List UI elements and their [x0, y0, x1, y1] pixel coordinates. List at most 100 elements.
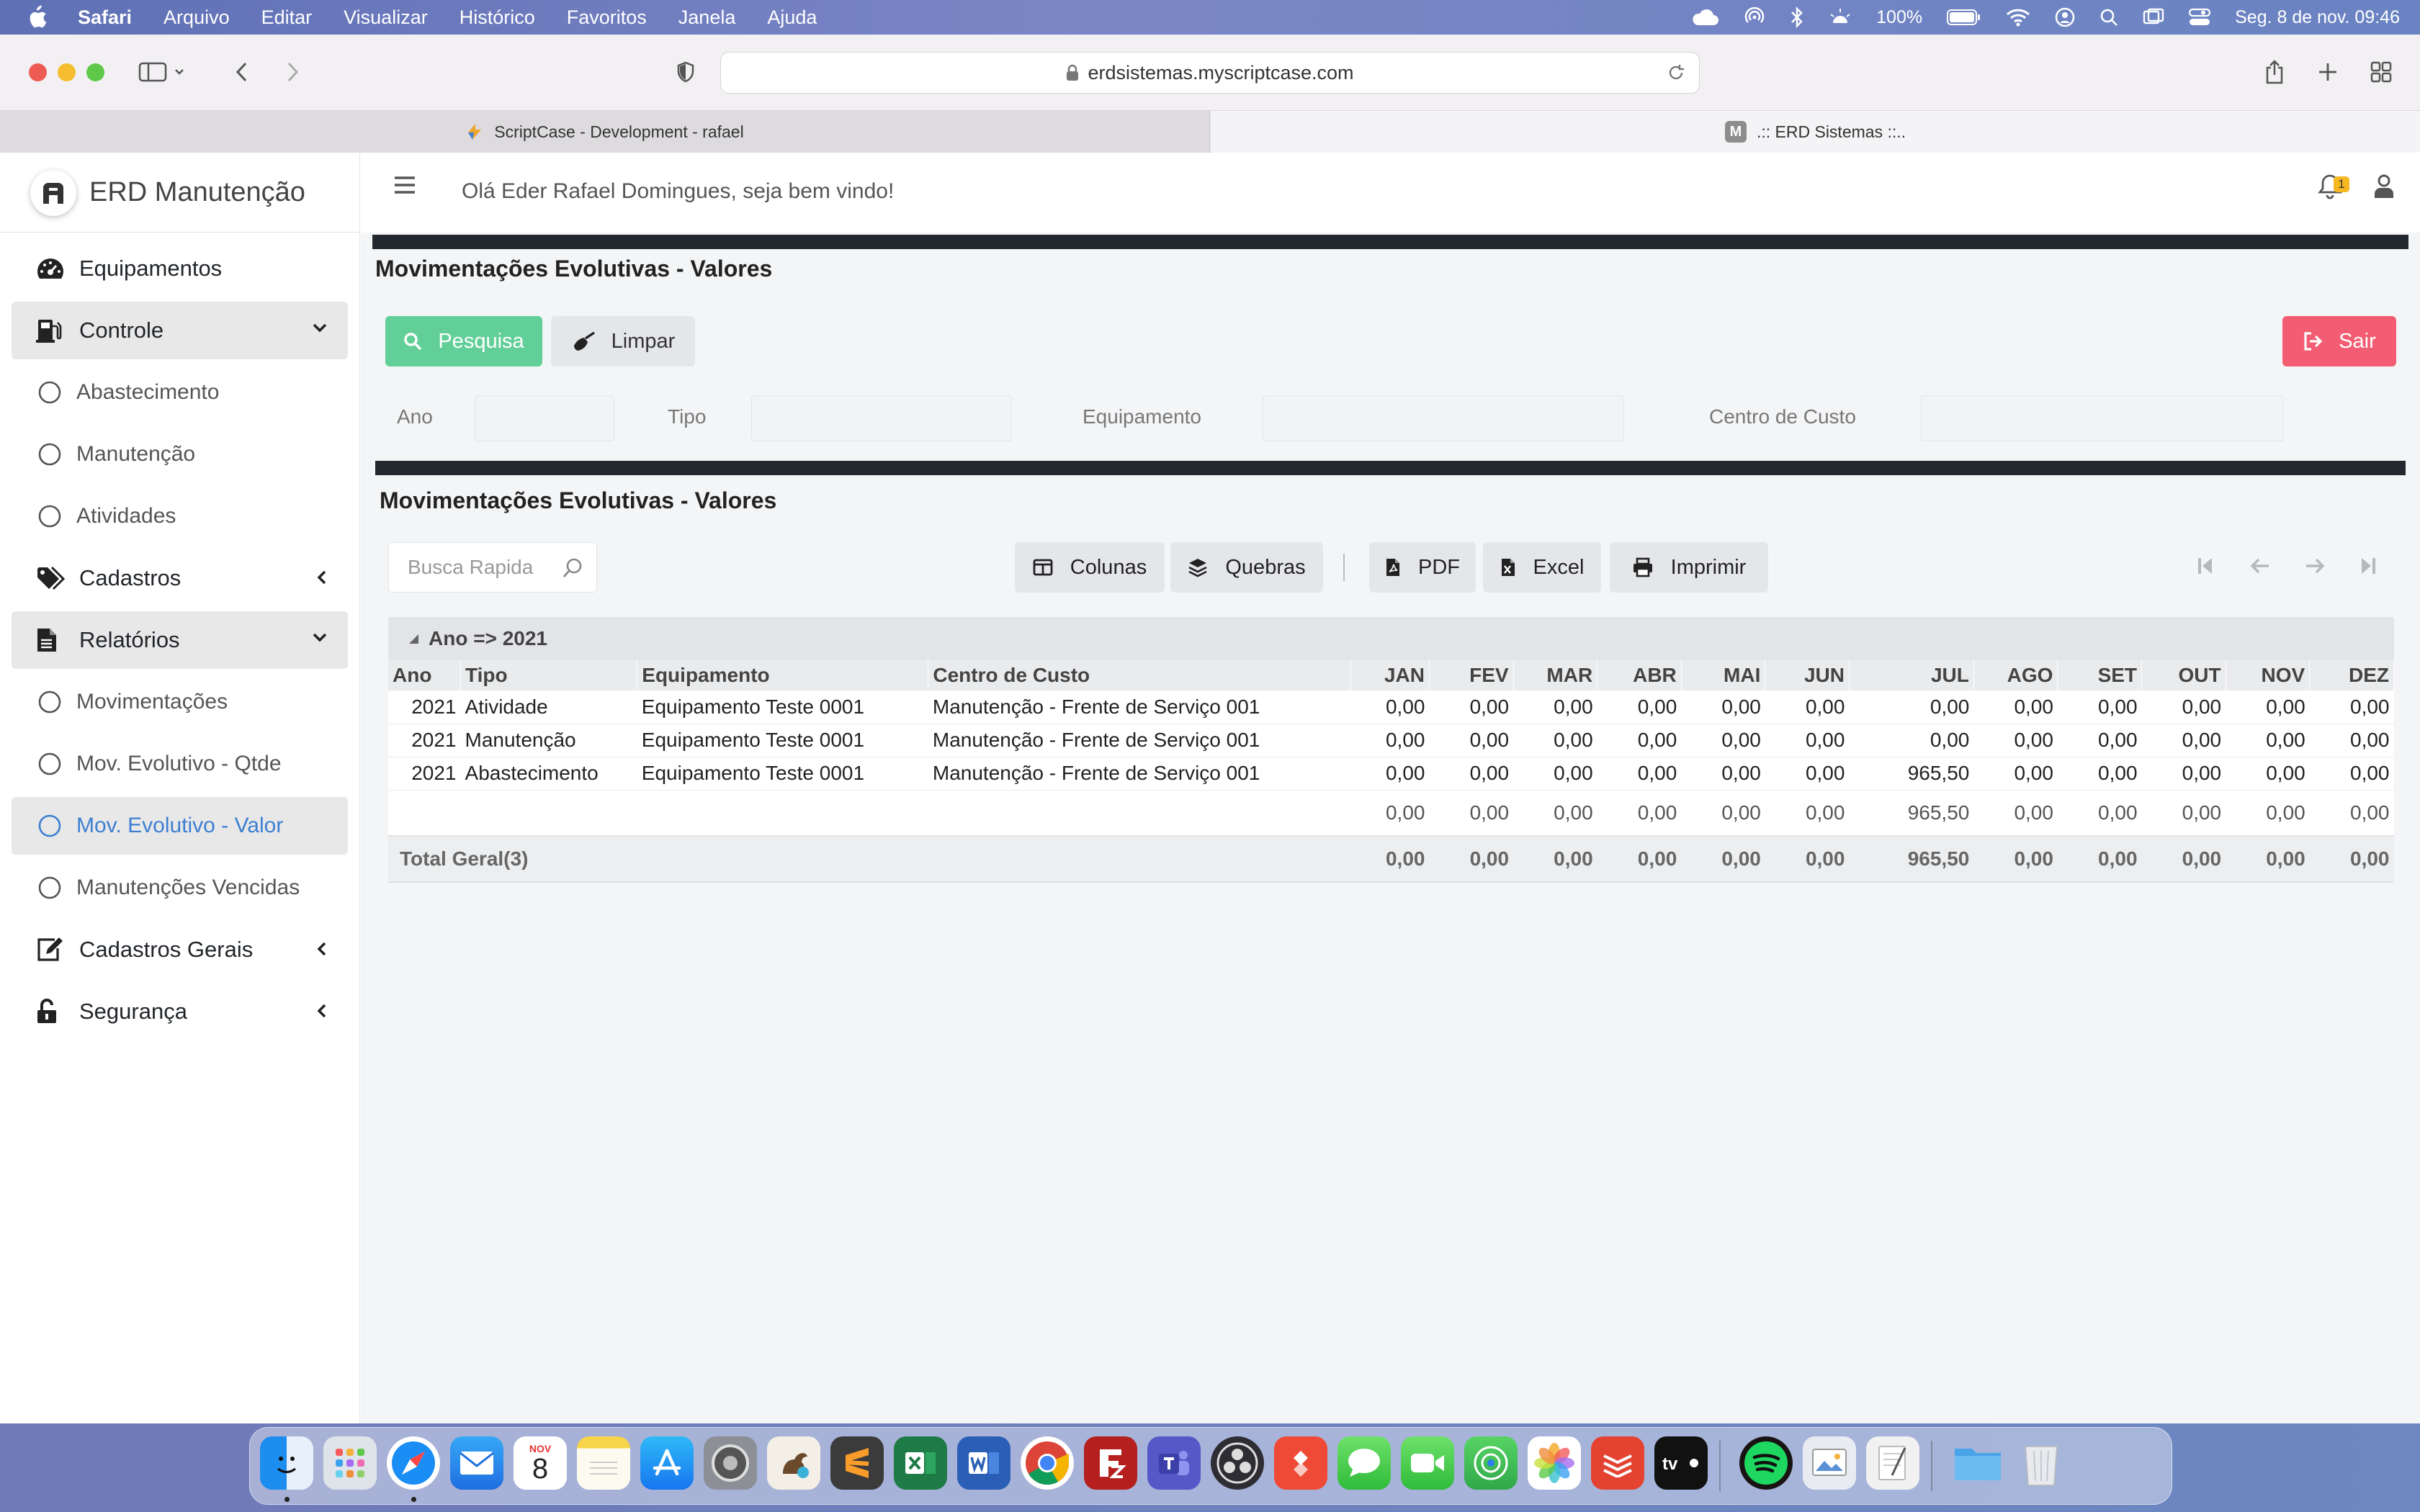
- sidebar-item-seguranca[interactable]: Segurança: [12, 983, 348, 1040]
- find-my-icon[interactable]: [1464, 1436, 1518, 1490]
- messages-icon[interactable]: [1337, 1436, 1391, 1490]
- trash-icon[interactable]: [2015, 1436, 2068, 1490]
- share-icon[interactable]: [2259, 56, 2290, 88]
- finder-icon[interactable]: [260, 1436, 313, 1490]
- sidebar-item-atividades[interactable]: Atividades: [12, 487, 348, 545]
- column-header-set[interactable]: SET: [2057, 660, 2143, 690]
- photos-icon[interactable]: [1528, 1436, 1581, 1490]
- safari-icon[interactable]: [387, 1436, 440, 1490]
- column-header-dez[interactable]: DEZ: [2309, 660, 2394, 690]
- back-icon[interactable]: [226, 56, 258, 88]
- bluetooth-icon[interactable]: [1790, 6, 1804, 28]
- todoist-icon[interactable]: [1591, 1436, 1644, 1490]
- forward-icon[interactable]: [277, 56, 308, 88]
- filter-input-equipamento[interactable]: [1263, 395, 1624, 441]
- spotify-icon[interactable]: [1739, 1436, 1793, 1490]
- menu-janela[interactable]: Janela: [678, 6, 736, 29]
- minimize-window-button[interactable]: [58, 63, 76, 81]
- system-preferences-icon[interactable]: [704, 1436, 757, 1490]
- teams-icon[interactable]: [1147, 1436, 1201, 1490]
- filter-input-ano[interactable]: [475, 395, 614, 441]
- print-button[interactable]: Imprimir: [1610, 542, 1768, 593]
- obs-icon[interactable]: [1211, 1436, 1264, 1490]
- address-bar[interactable]: erdsistemas.myscriptcase.com: [720, 52, 1700, 94]
- pdf-export-button[interactable]: PDF: [1369, 542, 1476, 593]
- next-page-icon[interactable]: [2304, 555, 2326, 577]
- filter-input-centro-de-custo[interactable]: [1921, 395, 2284, 441]
- previous-page-icon[interactable]: [2249, 555, 2271, 577]
- menu-editar[interactable]: Editar: [261, 6, 313, 29]
- sidebar-item-mov-evolutivo-qtde[interactable]: Mov. Evolutivo - Qtde: [12, 735, 348, 793]
- sidebar-item-mov-evolutivo-valor[interactable]: Mov. Evolutivo - Valor: [12, 797, 348, 855]
- group-header-row[interactable]: Ano => 2021: [388, 617, 2394, 660]
- menu-ajuda[interactable]: Ajuda: [767, 6, 817, 29]
- chrome-icon[interactable]: [1021, 1436, 1074, 1490]
- search-button[interactable]: Pesquisa: [385, 316, 542, 366]
- textedit-icon[interactable]: [1866, 1436, 1919, 1490]
- user-profile-icon[interactable]: [2372, 174, 2396, 199]
- control-center-icon[interactable]: [2189, 8, 2211, 27]
- folder-icon[interactable]: [1951, 1436, 2004, 1490]
- last-page-icon[interactable]: [2359, 555, 2378, 577]
- anydesk-icon[interactable]: [1274, 1436, 1327, 1490]
- collapse-triangle-icon[interactable]: [407, 632, 420, 645]
- table-row[interactable]: 2021 Manutenção Equipamento Teste 0001 Manu…: [388, 724, 2394, 757]
- filter-input-tipo[interactable]: [751, 395, 1012, 441]
- preview-icon[interactable]: [1803, 1436, 1856, 1490]
- column-header-mai[interactable]: MAI: [1681, 660, 1766, 690]
- sidebar-item-equipamentos[interactable]: Equipamentos: [12, 240, 348, 297]
- excel-export-button[interactable]: Excel: [1483, 542, 1601, 593]
- sidebar-toggle-icon[interactable]: [137, 56, 187, 88]
- column-header-fev[interactable]: FEV: [1429, 660, 1514, 690]
- menu-historico[interactable]: Histórico: [460, 6, 535, 29]
- notifications-bell-icon[interactable]: 1: [2318, 174, 2349, 199]
- menu-bar-clock[interactable]: Seg. 8 de nov. 09:46: [2235, 7, 2400, 28]
- column-header-tipo[interactable]: Tipo: [460, 660, 638, 690]
- filezilla-icon[interactable]: [1084, 1436, 1137, 1490]
- apple-menu-icon[interactable]: [26, 5, 52, 30]
- column-header-ago[interactable]: AGO: [1973, 660, 2058, 690]
- tab-erd-sistemas[interactable]: M .:: ERD Sistemas ::..: [1211, 111, 2420, 153]
- notes-icon[interactable]: [577, 1436, 630, 1490]
- privacy-report-icon[interactable]: [670, 56, 702, 88]
- menu-arquivo[interactable]: Arquivo: [163, 6, 230, 29]
- brand[interactable]: ERD Manutenção: [0, 153, 359, 233]
- menu-safari[interactable]: Safari: [78, 6, 132, 29]
- exit-button[interactable]: Sair: [2282, 316, 2396, 366]
- sidebar-item-abastecimento[interactable]: Abastecimento: [12, 364, 348, 421]
- column-header-abr[interactable]: ABR: [1597, 660, 1682, 690]
- column-header-equipamento[interactable]: Equipamento: [637, 660, 929, 690]
- brightness-icon[interactable]: [1829, 7, 1852, 27]
- battery-icon[interactable]: [1947, 9, 1981, 26]
- wifi-icon[interactable]: [2006, 8, 2030, 27]
- airdrop-icon[interactable]: [1744, 6, 1765, 28]
- word-icon[interactable]: [957, 1436, 1010, 1490]
- first-page-icon[interactable]: [2196, 555, 2215, 577]
- column-header-ano[interactable]: Ano: [388, 660, 462, 690]
- columns-button[interactable]: Colunas: [1015, 542, 1165, 593]
- calendar-icon[interactable]: NOV 8: [514, 1436, 567, 1490]
- hamburger-menu-icon[interactable]: [394, 175, 416, 195]
- sidebar-item-manutencao[interactable]: Manutenção: [12, 426, 348, 483]
- column-header-mar[interactable]: MAR: [1513, 660, 1598, 690]
- sidebar-item-cadastros-gerais[interactable]: Cadastros Gerais: [12, 921, 348, 978]
- clear-button[interactable]: Limpar: [551, 316, 695, 366]
- user-switch-icon[interactable]: [2055, 7, 2075, 27]
- breaks-button[interactable]: Quebras: [1170, 542, 1323, 593]
- sidebar-item-movimentacoes[interactable]: Movimentações: [12, 673, 348, 731]
- excel-icon[interactable]: [894, 1436, 947, 1490]
- new-tab-icon[interactable]: [2312, 56, 2344, 88]
- column-header-out[interactable]: OUT: [2141, 660, 2226, 690]
- squirrel-icon[interactable]: [767, 1436, 820, 1490]
- sidebar-item-cadastros[interactable]: Cadastros: [12, 549, 348, 607]
- close-window-button[interactable]: [29, 63, 47, 81]
- menu-favoritos[interactable]: Favoritos: [567, 6, 647, 29]
- app-store-icon[interactable]: [640, 1436, 694, 1490]
- sublime-text-icon[interactable]: [830, 1436, 884, 1490]
- sidebar-item-manutencoes-vencidas[interactable]: Manutenções Vencidas: [12, 859, 348, 917]
- sidebar-item-controle[interactable]: Controle: [12, 302, 348, 359]
- tab-overview-icon[interactable]: [2365, 56, 2397, 88]
- column-header-nov[interactable]: NOV: [2226, 660, 2311, 690]
- table-row[interactable]: 2021 Atividade Equipamento Teste 0001 Manut…: [388, 690, 2394, 724]
- tab-scriptcase[interactable]: ScriptCase - Development - rafael: [0, 111, 1210, 153]
